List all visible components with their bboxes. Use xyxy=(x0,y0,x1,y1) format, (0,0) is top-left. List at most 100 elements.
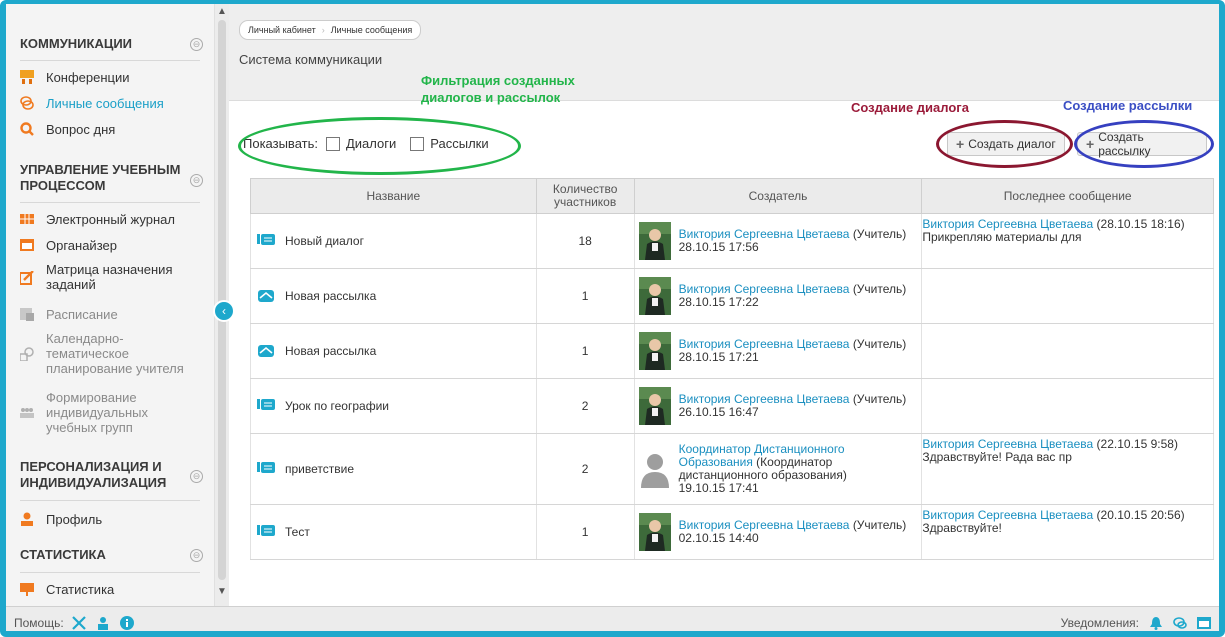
table-row[interactable]: Новая рассылка 1 Виктория Сергеевна Цветае… xyxy=(250,268,1214,324)
participants-count: 2 xyxy=(535,378,635,434)
page-header: Личный кабинет › Личные сообщения Систем… xyxy=(229,4,1219,101)
annotation-create-dialog: Создание диалога xyxy=(851,100,969,115)
chat-icon[interactable] xyxy=(1173,616,1187,630)
header-line: участников xyxy=(554,195,617,209)
label-line: Матрица назначения xyxy=(46,262,173,277)
status-bar: Помощь: Уведомления: xyxy=(6,606,1219,631)
creator-link[interactable]: Виктория Сергеевна Цветаева xyxy=(679,392,850,406)
last-message-text: Прикрепляю материалы для xyxy=(922,230,1082,244)
planning-icon xyxy=(20,347,34,361)
conversation-name[interactable]: Новая рассылка xyxy=(285,344,376,358)
last-message-author[interactable]: Виктория Сергеевна Цветаева xyxy=(922,437,1093,451)
sidebar-item-label: Электронный журнал xyxy=(46,212,175,227)
scroll-down-icon[interactable]: ▼ xyxy=(217,586,227,597)
table-row[interactable]: Тест 1 Виктория Сергеевна Цветаева (Учител… xyxy=(250,504,1214,560)
creator-link[interactable]: Виктория Сергеевна Цветаева xyxy=(679,518,850,532)
annotation-filter: Фильтрация созданных диалогов и рассылок xyxy=(421,72,621,106)
bell-icon[interactable] xyxy=(1149,616,1163,630)
name-cell[interactable]: Новый диалог xyxy=(250,213,537,269)
name-cell[interactable]: Тест xyxy=(250,504,537,560)
last-message-author[interactable]: Виктория Сергеевна Цветаева xyxy=(922,508,1093,522)
last-message-date: (22.10.15 9:58) xyxy=(1096,437,1178,451)
info-icon[interactable] xyxy=(119,616,134,630)
avatar xyxy=(638,277,671,315)
mailing-icon xyxy=(258,290,274,302)
conversation-name[interactable]: Новая рассылка xyxy=(285,289,376,303)
section-personalization[interactable]: ПЕРСОНАЛИЗАЦИЯ И ИНДИВИДУАЛИЗАЦИЯ xyxy=(20,459,166,491)
creator-link[interactable]: Виктория Сергеевна Цветаева xyxy=(679,282,850,296)
conversations-table: Название Количество участников Создатель… xyxy=(250,178,1214,560)
section-education-management[interactable]: УПРАВЛЕНИЕ УЧЕБНЫМ ПРОЦЕССОМ xyxy=(20,162,180,194)
section-statistics[interactable]: СТАТИСТИКА xyxy=(20,547,106,563)
created-date: 28.10.15 17:56 xyxy=(678,240,759,254)
dialog-icon xyxy=(257,399,275,410)
label-line: Календарно- xyxy=(46,331,124,346)
divider xyxy=(20,60,200,61)
creator-link[interactable]: Виктория Сергеевна Цветаева xyxy=(679,337,850,351)
last-message-author[interactable]: Виктория Сергеевна Цветаева xyxy=(922,217,1093,231)
collapse-sidebar-button[interactable]: ‹ xyxy=(213,300,235,322)
column-header-name[interactable]: Название xyxy=(250,178,537,214)
column-header-creator[interactable]: Создатель xyxy=(633,178,923,214)
created-date: 28.10.15 17:22 xyxy=(678,295,759,309)
dialog-icon xyxy=(257,462,275,473)
label-line: планирование учителя xyxy=(46,361,184,376)
sidebar-item-label: Вопрос дня xyxy=(46,122,116,137)
collapse-section-icon[interactable]: ⊖ xyxy=(190,470,203,483)
dialog-icon xyxy=(257,525,275,536)
section-title-line: ИНДИВИДУАЛИЗАЦИЯ xyxy=(20,475,167,490)
avatar xyxy=(638,222,671,260)
conversation-name[interactable]: приветствие xyxy=(285,462,354,476)
breadcrumb-home[interactable]: Личный кабинет xyxy=(248,25,316,35)
label-line: заданий xyxy=(46,277,96,292)
name-cell[interactable]: Новая рассылка xyxy=(250,268,537,324)
creator-role: (Учитель) xyxy=(852,337,907,351)
section-title-line: УПРАВЛЕНИЕ УЧЕБНЫМ xyxy=(20,162,181,177)
table-row[interactable]: Урок по географии 2 Виктория Сергеевна Цве… xyxy=(250,378,1214,434)
conversation-name[interactable]: Урок по географии xyxy=(285,399,389,413)
conference-icon xyxy=(20,70,34,84)
help-label: Помощь: xyxy=(14,616,64,630)
creator-cell: Координатор Дистанционного Образования (… xyxy=(633,433,923,505)
scroll-up-icon[interactable]: ▲ xyxy=(217,6,227,17)
column-header-last-message[interactable]: Последнее сообщение xyxy=(921,178,1214,214)
user-help-icon[interactable] xyxy=(96,616,110,630)
last-message-text: Здравствуйте! Рада вас пр xyxy=(922,450,1072,464)
calendar-icon xyxy=(20,239,34,251)
section-title-line: ПРОЦЕССОМ xyxy=(20,178,106,193)
last-message-date: (28.10.15 18:16) xyxy=(1096,217,1185,231)
notifications-label: Уведомления: xyxy=(1060,616,1139,630)
sidebar-item-label: Расписание xyxy=(46,307,118,322)
last-message-cell xyxy=(921,323,1214,379)
label-line: тематическое xyxy=(46,346,129,361)
collapse-section-icon[interactable]: ⊖ xyxy=(190,549,203,562)
creator-cell: Виктория Сергеевна Цветаева (Учитель) 28.… xyxy=(633,323,923,379)
last-message-cell: Виктория Сергеевна Цветаева (20.10.15 20… xyxy=(921,504,1214,560)
table-icon xyxy=(20,214,34,224)
sidebar-item-label: Матрица назначения заданий xyxy=(46,262,172,292)
conversation-name[interactable]: Тест xyxy=(285,525,310,539)
name-cell[interactable]: Урок по географии xyxy=(250,378,537,434)
last-message-cell: Виктория Сергеевна Цветаева (28.10.15 18… xyxy=(921,213,1214,269)
table-row[interactable]: Новая рассылка 1 Виктория Сергеевна Цветае… xyxy=(250,323,1214,379)
annotation-line: Фильтрация созданных xyxy=(421,73,575,88)
last-message-cell: Виктория Сергеевна Цветаева (22.10.15 9:… xyxy=(921,433,1214,505)
table-row[interactable]: Новый диалог 18 Виктория Сергеевна Цветаев… xyxy=(250,213,1214,269)
table-row[interactable]: приветствие 2 Координатор Дистанционного О… xyxy=(250,433,1214,505)
creator-cell: Виктория Сергеевна Цветаева (Учитель) 26.… xyxy=(633,378,923,434)
label-line: учебных групп xyxy=(46,420,133,435)
section-communications[interactable]: КОММУНИКАЦИИ xyxy=(20,36,132,52)
mailing-icon xyxy=(258,345,274,357)
column-header-count[interactable]: Количество участников xyxy=(535,178,635,214)
collapse-section-icon[interactable]: ⊖ xyxy=(190,174,203,187)
collapse-section-icon[interactable]: ⊖ xyxy=(190,38,203,51)
tools-icon[interactable] xyxy=(71,616,86,630)
calendar-icon[interactable] xyxy=(1197,616,1211,630)
name-cell[interactable]: Новая рассылка xyxy=(250,323,537,379)
name-cell[interactable]: приветствие xyxy=(250,433,537,505)
creator-link[interactable]: Виктория Сергеевна Цветаева xyxy=(679,227,850,241)
main-content: Личный кабинет › Личные сообщения Систем… xyxy=(229,4,1219,606)
conversation-name[interactable]: Новый диалог xyxy=(285,234,364,248)
annotation-mailing-oval xyxy=(1074,120,1214,168)
sidebar-item-label: Формирование индивидуальных учебных груп… xyxy=(46,390,148,435)
